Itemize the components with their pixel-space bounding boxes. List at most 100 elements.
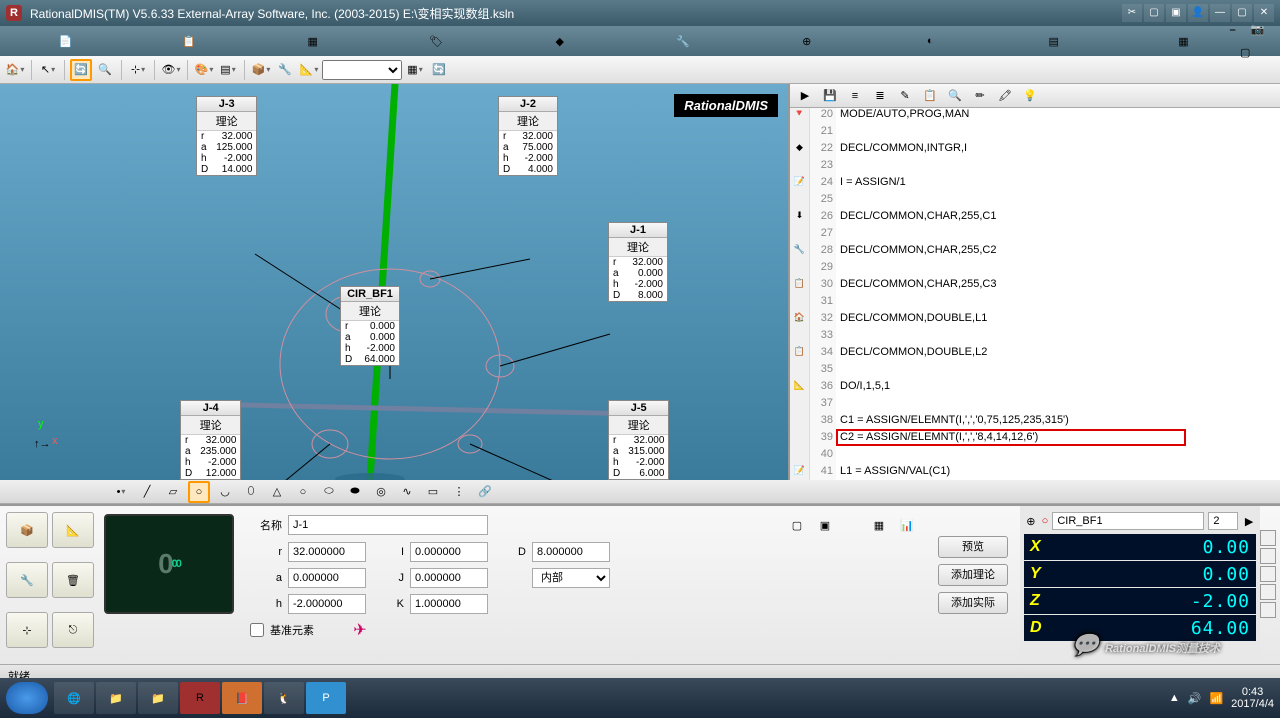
tool-button[interactable]: 🔧: [274, 59, 296, 81]
point-icon[interactable]: •: [110, 481, 132, 503]
callout-j3[interactable]: J-3理论 r32.000a125.000h-2.000D14.000: [196, 96, 257, 176]
axis-button[interactable]: ⊹: [127, 59, 149, 81]
dro-icon[interactable]: ⊕: [1024, 510, 1038, 532]
code-editor[interactable]: MODE/AUTO,PROG,MANDECL/COMMON,INTGR,II =…: [836, 108, 1280, 480]
task-icon[interactable]: 📁: [138, 682, 178, 714]
start-button[interactable]: [6, 682, 48, 714]
callout-cir[interactable]: CIR_BF1理论 r0.000a0.000h-2.000D64.000: [340, 286, 400, 366]
mode-button[interactable]: 📦: [6, 512, 48, 548]
tool-icon[interactable]: ⊕: [796, 30, 818, 52]
cylinder-icon[interactable]: ⬯: [240, 481, 262, 503]
layer-button[interactable]: ▤: [217, 59, 239, 81]
add-theory-button[interactable]: 添加理论: [938, 564, 1008, 586]
task-icon[interactable]: P: [306, 682, 346, 714]
rotate-button[interactable]: 🔄: [70, 59, 92, 81]
plane-icon[interactable]: ▱: [162, 481, 184, 503]
h-input[interactable]: [288, 594, 366, 614]
tray-icon[interactable]: 📶: [1209, 692, 1223, 705]
surface-icon[interactable]: ▭: [422, 481, 444, 503]
tool-icon[interactable]: ✎: [894, 85, 916, 107]
select-button[interactable]: ↖: [37, 59, 59, 81]
tool-icon[interactable]: ▦: [302, 30, 324, 52]
j-input[interactable]: [410, 568, 488, 588]
tool-icon[interactable]: 📋: [919, 85, 941, 107]
run-icon[interactable]: ▶: [794, 85, 816, 107]
mode-button[interactable]: 🔧: [6, 562, 48, 598]
tray-icon[interactable]: 🔊: [1188, 692, 1202, 705]
task-icon[interactable]: 🐧: [264, 682, 304, 714]
tool-icon[interactable]: ▢: [1234, 42, 1256, 64]
mode-button[interactable]: ⊹: [6, 612, 48, 648]
tool-icon[interactable]: ◐: [919, 30, 941, 52]
link-icon[interactable]: 🔗: [474, 481, 496, 503]
tool-icon[interactable]: 📷: [1247, 19, 1269, 41]
datum-checkbox[interactable]: [250, 620, 264, 640]
tool-icon[interactable]: 📄: [55, 30, 77, 52]
zoom-button[interactable]: 🔍: [94, 59, 116, 81]
dro-side-button[interactable]: [1260, 584, 1276, 600]
callout-j5[interactable]: J-5理论 r32.000a315.000h-2.000D6.000: [608, 400, 669, 480]
sys-icon[interactable]: ▣: [1166, 4, 1186, 22]
view-icon[interactable]: 📊: [896, 514, 918, 536]
tool-icon[interactable]: ◆: [549, 30, 571, 52]
callout-j1[interactable]: J-1理论 r32.000a0.000h-2.000D8.000: [608, 222, 668, 302]
preview-button[interactable]: 预览: [938, 536, 1008, 558]
d-input[interactable]: [532, 542, 610, 562]
dro-n[interactable]: [1208, 512, 1238, 530]
pattern-icon[interactable]: ⋮: [448, 481, 470, 503]
sphere-icon[interactable]: ○: [292, 481, 314, 503]
tray-icon[interactable]: ▲: [1169, 692, 1180, 704]
sys-icon[interactable]: ✂: [1122, 4, 1142, 22]
outdent-icon[interactable]: ≣: [869, 85, 891, 107]
sys-icon[interactable]: ▢: [1144, 4, 1164, 22]
save-icon[interactable]: 💾: [819, 85, 841, 107]
arc-icon[interactable]: ◡: [214, 481, 236, 503]
callout-j2[interactable]: J-2理论 r32.000a75.000h-2.000D4.000: [498, 96, 558, 176]
dro-side-button[interactable]: [1260, 602, 1276, 618]
tool-icon[interactable]: 🖍: [994, 85, 1016, 107]
tool-icon[interactable]: 💡: [1019, 85, 1041, 107]
circle-icon[interactable]: ○: [188, 481, 210, 503]
i-input[interactable]: [410, 542, 488, 562]
tool-icon[interactable]: ⎯: [1222, 20, 1244, 42]
dro-go[interactable]: ▶: [1242, 510, 1256, 532]
tool-button[interactable]: 📐: [298, 59, 320, 81]
refresh-button[interactable]: 🔄: [428, 59, 450, 81]
view-icon[interactable]: ▦: [868, 514, 890, 536]
group-button[interactable]: 📦: [250, 59, 272, 81]
mode-button[interactable]: 🗑: [52, 562, 94, 598]
task-icon[interactable]: 📁: [96, 682, 136, 714]
tool-icon[interactable]: 🏷: [425, 30, 447, 52]
indent-icon[interactable]: ≡: [844, 85, 866, 107]
tool-icon[interactable]: ▤: [1043, 30, 1065, 52]
3d-viewport[interactable]: RationalDMIS yx↑→ J-3理论 r32.000a125.000h…: [0, 84, 788, 480]
tool-icon[interactable]: 🔧: [672, 30, 694, 52]
r-input[interactable]: [288, 542, 366, 562]
dro-side-button[interactable]: [1260, 566, 1276, 582]
feature-select[interactable]: [322, 60, 402, 80]
dro-feature[interactable]: [1052, 512, 1204, 530]
tool-icon[interactable]: 🔍: [944, 85, 966, 107]
cone-icon[interactable]: △: [266, 481, 288, 503]
tool-icon[interactable]: ▦: [1172, 30, 1194, 52]
ellipse-icon[interactable]: ⬭: [318, 481, 340, 503]
slot-icon[interactable]: ⬬: [344, 481, 366, 503]
mode-button[interactable]: ⎋: [52, 612, 94, 648]
view-icon[interactable]: ▣: [814, 514, 836, 536]
color-button[interactable]: 🎨: [193, 59, 215, 81]
tool-icon[interactable]: ✏: [969, 85, 991, 107]
line-icon[interactable]: ╱: [136, 481, 158, 503]
callout-j4[interactable]: J-4理论 r32.000a235.000h-2.000D12.000: [180, 400, 241, 480]
dro-side-button[interactable]: [1260, 548, 1276, 564]
torus-icon[interactable]: ◎: [370, 481, 392, 503]
view-icon[interactable]: ▢: [786, 514, 808, 536]
task-icon[interactable]: R: [180, 682, 220, 714]
dro-side-button[interactable]: [1260, 530, 1276, 546]
home-button[interactable]: 🏠: [4, 59, 26, 81]
a-input[interactable]: [288, 568, 366, 588]
name-input[interactable]: [288, 515, 488, 535]
tool-icon[interactable]: 📋: [178, 30, 200, 52]
task-icon[interactable]: 🌐: [54, 682, 94, 714]
type-select[interactable]: 内部: [532, 568, 610, 588]
mode-button[interactable]: 📐: [52, 512, 94, 548]
